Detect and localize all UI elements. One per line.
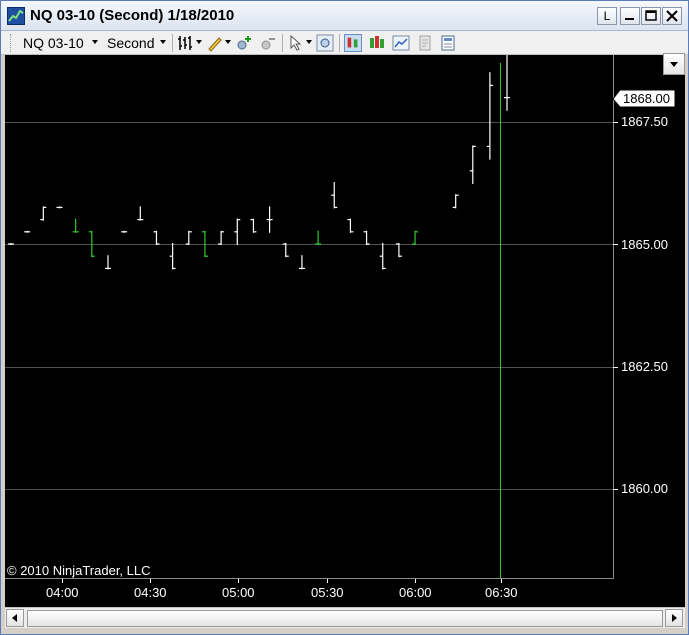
price-bar: [72, 218, 79, 233]
pointer-icon[interactable]: [287, 34, 305, 52]
time-label-0430: 04:30: [134, 585, 167, 600]
price-bar: [137, 206, 144, 221]
chevron-left-icon: [12, 614, 17, 622]
price-bar: [379, 243, 386, 270]
price-bar: [298, 255, 305, 270]
period-dropdown-caret[interactable]: [160, 40, 166, 44]
price-bar: [363, 230, 370, 245]
time-tick: [327, 579, 328, 583]
price-bar: [486, 72, 493, 160]
title-bar[interactable]: NQ 03-10 (Second) 1/18/2010 L: [1, 1, 688, 31]
time-label-0400: 04:00: [46, 585, 79, 600]
time-tick: [415, 579, 416, 583]
chart-style-line-icon[interactable]: [392, 34, 410, 52]
link-button[interactable]: L: [597, 7, 617, 25]
scroll-right-button[interactable]: [665, 609, 683, 627]
chevron-down-icon: [670, 62, 678, 67]
maximize-icon: [645, 10, 657, 21]
close-button[interactable]: [662, 7, 682, 25]
instrument-dropdown-caret[interactable]: [92, 40, 98, 44]
price-label-1867-50: 1867.50: [621, 114, 668, 129]
price-bar: [40, 206, 47, 221]
price-bar: [169, 243, 176, 270]
maximize-button[interactable]: [641, 7, 661, 25]
toolbar-separator: [282, 34, 283, 52]
price-label-1865-00: 1865.00: [621, 237, 668, 252]
drawing-pencil-icon[interactable]: [206, 34, 224, 52]
price-bar: [250, 218, 257, 233]
time-label-0600: 06:00: [399, 585, 432, 600]
copyright-text: © 2010 NinjaTrader, LLC: [7, 563, 151, 578]
chart-style-bar-icon[interactable]: [344, 34, 362, 52]
chart-menu-dropdown[interactable]: [663, 53, 685, 75]
price-bar: [347, 218, 354, 233]
period-selector[interactable]: Second: [107, 35, 154, 51]
price-bar: [395, 243, 402, 258]
time-label-0500: 05:00: [222, 585, 255, 600]
price-bar: [56, 206, 63, 209]
scroll-thumb[interactable]: [27, 610, 663, 627]
price-label-1862-50: 1862.50: [621, 359, 668, 374]
close-icon: [666, 10, 678, 22]
price-axis: [613, 55, 614, 578]
price-bar: [315, 230, 322, 245]
toolbar-grip[interactable]: [10, 34, 13, 52]
price-bar: [234, 218, 241, 245]
crosshair-line: [500, 63, 501, 578]
data-box-icon[interactable]: [439, 34, 457, 52]
zoom-in-icon[interactable]: [235, 34, 253, 52]
price-bar: [8, 243, 14, 245]
price-bar: [185, 230, 192, 245]
time-tick: [238, 579, 239, 583]
bar-style-icon[interactable]: [177, 34, 195, 52]
price-bar: [504, 55, 510, 111]
time-tick: [150, 579, 151, 583]
chart-window: NQ 03-10 (Second) 1/18/2010 L NQ 03-10 S…: [0, 0, 689, 635]
drawing-caret[interactable]: [225, 40, 231, 44]
price-bar: [24, 230, 31, 233]
minimize-icon: [625, 18, 634, 20]
time-axis: [5, 578, 614, 579]
price-bars: [8, 55, 510, 270]
minimize-button[interactable]: [620, 7, 640, 25]
time-label-0630: 06:30: [485, 585, 518, 600]
price-label-1860-00: 1860.00: [621, 481, 668, 496]
horizontal-scrollbar[interactable]: [5, 607, 685, 628]
properties-icon[interactable]: [416, 34, 434, 52]
magnifier-icon[interactable]: [316, 34, 334, 52]
price-bar: [412, 230, 419, 245]
price-bar: [104, 255, 111, 270]
chevron-right-icon: [672, 614, 677, 622]
price-tick: [613, 244, 618, 245]
price-bar: [201, 230, 208, 258]
time-label-0530: 05:30: [311, 585, 344, 600]
scroll-left-button[interactable]: [6, 609, 24, 627]
time-tick: [501, 579, 502, 583]
chart-app-icon: [7, 7, 25, 25]
price-bar: [88, 230, 95, 258]
time-tick: [62, 579, 63, 583]
price-bar: [121, 230, 128, 233]
price-tick: [613, 367, 618, 368]
price-tick: [613, 489, 618, 490]
price-bar: [331, 182, 338, 209]
price-bar: [469, 145, 476, 184]
price-bar: [452, 194, 459, 209]
zoom-out-icon[interactable]: [259, 34, 277, 52]
chart-toolbar: NQ 03-10 Second: [1, 31, 688, 55]
instrument-selector[interactable]: NQ 03-10: [23, 35, 84, 51]
toolbar-separator: [339, 34, 340, 52]
window-title: NQ 03-10 (Second) 1/18/2010: [30, 7, 235, 24]
pointer-caret[interactable]: [306, 40, 312, 44]
price-bar: [218, 230, 225, 245]
price-bar: [282, 243, 289, 258]
chart-style-candle-icon[interactable]: [368, 34, 386, 52]
price-tick: [613, 122, 618, 123]
bar-style-caret[interactable]: [196, 40, 202, 44]
price-bar: [266, 206, 273, 233]
price-bar: [153, 230, 160, 245]
current-price-label: 1868.00: [623, 91, 670, 106]
toolbar-separator: [172, 34, 173, 52]
